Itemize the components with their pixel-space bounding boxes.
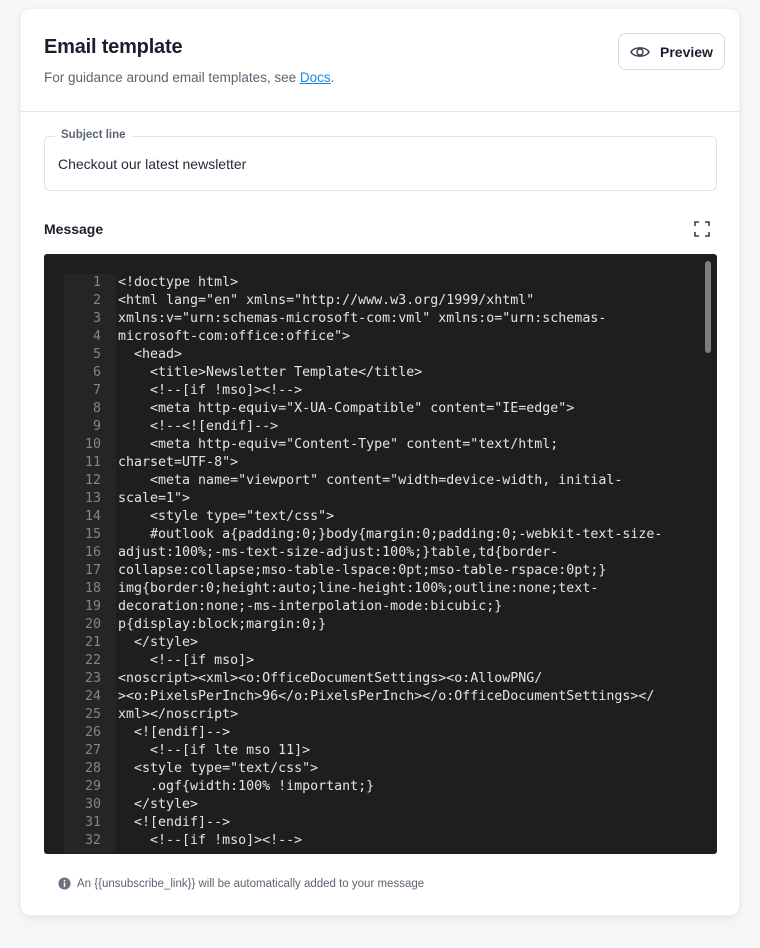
code-text: adjust:100%;-ms-text-size-adjust:100%;}t… [118,545,559,560]
subject-line-input[interactable] [58,154,698,174]
line-number: 3 [92,311,101,326]
code-text: decoration:none;-ms-interpolation-mode:b… [118,599,503,614]
code-text: xmlns:v="urn:schemas-microsoft-com:vml" … [118,311,607,326]
line-number: 10 [84,437,101,452]
code-text: <!--[if !mso]><!--> [118,383,303,398]
line-number: 21 [84,635,101,650]
code-text: xml></noscript> [118,707,239,722]
preview-button[interactable]: Preview [618,33,725,70]
line-number: 28 [84,761,101,776]
line-number: 6 [92,365,101,380]
line-number: 1 [92,275,101,290]
line-number: 9 [92,419,101,434]
code-text: collapse:collapse;mso-table-lspace:0pt;m… [118,563,607,578]
subject-line-label: Subject line [55,129,132,141]
line-number: 7 [92,383,101,398]
unsubscribe-hint-text: An {{unsubscribe_link}} will be automati… [77,877,425,890]
eye-icon [630,46,650,57]
code-text: <meta http-equiv="X-UA-Compatible" conte… [118,401,575,416]
code-text: img{border:0;height:auto;line-height:100… [118,581,599,596]
subject-line-field: Subject line [44,129,717,191]
line-number: 12 [84,473,101,488]
code-text: <!--[if lte mso 11]> [118,743,311,758]
docs-link[interactable]: Docs [300,70,331,85]
line-number: 25 [84,707,101,722]
line-number: 22 [84,653,101,668]
email-template-card: Email template For guidance around email… [20,8,740,916]
code-text: <!doctype html> [118,275,239,290]
code-text: p{display:block;margin:0;} [118,617,327,632]
line-number: 14 [84,509,101,524]
code-text: .ogf{width:100% !important;} [118,779,375,794]
line-number: 17 [84,563,101,578]
line-number: 30 [84,797,101,812]
line-number: 18 [84,581,101,596]
line-number: 4 [92,329,101,344]
code-text: <meta name="viewport" content="width=dev… [118,473,623,488]
page-subtitle: For guidance around email templates, see… [44,70,334,85]
card-header: Email template For guidance around email… [21,9,739,112]
expand-icon[interactable] [693,220,711,238]
code-text: <!--[if mso]> [118,653,255,668]
line-number: 15 [84,527,101,542]
subtitle-suffix: . [330,70,335,85]
line-number: 19 [84,599,101,614]
code-text: <![endif]--> [118,815,231,830]
code-text: <head> [118,347,183,362]
code-text: <meta http-equiv="Content-Type" content=… [118,437,559,452]
preview-button-label: Preview [660,43,713,60]
code-text: <![endif]--> [118,725,231,740]
code-text: <html lang="en" xmlns="http://www.w3.org… [118,293,535,308]
page-title: Email template [44,36,183,58]
line-number: 26 [84,725,101,740]
line-number: 24 [84,689,101,704]
line-number: 8 [92,401,101,416]
subtitle-text: For guidance around email templates, see [44,70,300,85]
code-text: #outlook a{padding:0;}body{margin:0;padd… [118,527,663,542]
code-text: <noscript><xml><o:OfficeDocumentSettings… [118,671,543,686]
line-number: 23 [84,671,101,686]
message-label: Message [44,221,104,237]
code-text: scale=1"> [118,491,191,506]
line-number: 27 [84,743,101,758]
code-text: microsoft-com:office:office"> [118,329,351,344]
code-editor[interactable]: 1 <!doctype html> 2 <html lang="en" xmlns="… [44,254,717,854]
code-text: charset=UTF-8"> [118,455,239,470]
line-number: 13 [84,491,101,506]
code-text: <title>Newsletter Template</title> [118,365,423,380]
line-number: 2 [92,293,101,308]
line-number: 20 [84,617,101,632]
unsubscribe-hint: An {{unsubscribe_link}} will be automati… [58,877,424,890]
code-text: <!--<![endif]--> [118,419,279,434]
code-text: <style type="text/css"> [118,509,335,524]
line-number: 11 [84,455,101,470]
line-number: 5 [92,347,101,362]
editor-scrollbar[interactable] [705,261,711,353]
code-text: <style type="text/css"> [118,761,319,776]
code-text: </style> [118,635,199,650]
line-number: 16 [84,545,101,560]
code-text: ><o:PixelsPerInch>96</o:PixelsPerInch></… [118,689,655,704]
info-icon [58,877,71,890]
code-text: <!--[if !mso]><!--> [118,833,303,848]
line-number: 32 [84,833,101,848]
code-text: </style> [118,797,199,812]
line-number: 29 [84,779,101,794]
line-number: 31 [84,815,101,830]
